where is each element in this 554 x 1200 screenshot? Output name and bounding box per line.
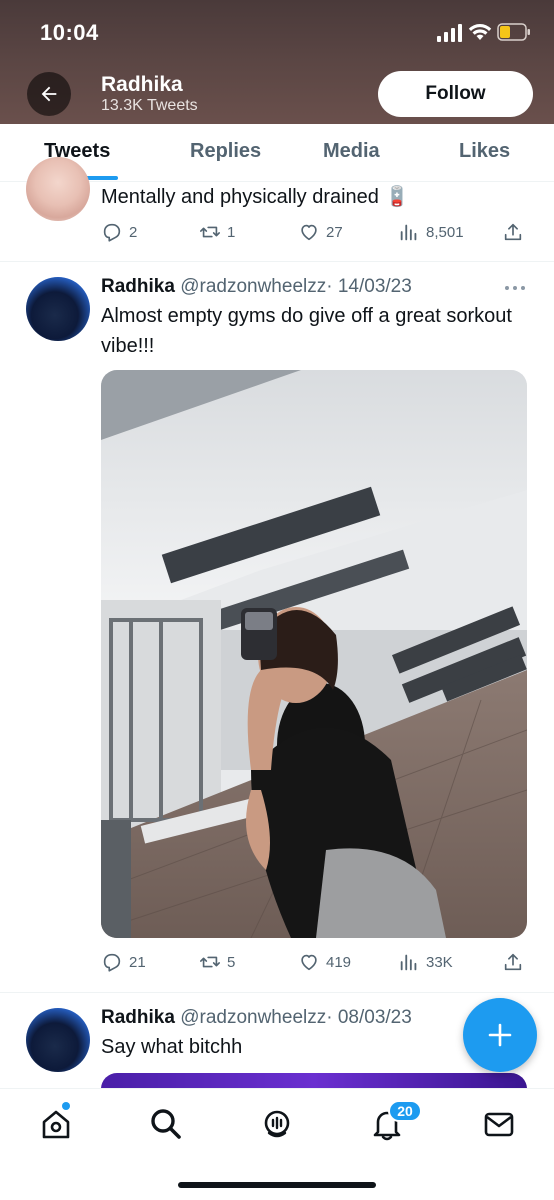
tweet-count: 13.3K Tweets bbox=[101, 97, 198, 114]
status-time: 10:04 bbox=[40, 20, 99, 45]
tab-likes[interactable]: Likes bbox=[459, 140, 510, 163]
profile-name: Radhika bbox=[101, 73, 183, 96]
back-button[interactable] bbox=[27, 72, 71, 116]
tweet-photo[interactable] bbox=[101, 1073, 527, 1088]
tweet-text: Almost empty gyms do give off a great so… bbox=[101, 305, 512, 357]
tweet-date: · 14/03/23 bbox=[326, 276, 412, 297]
home-unread-dot bbox=[62, 1102, 70, 1110]
tab-media[interactable]: Media bbox=[323, 140, 380, 163]
reply-button[interactable]: 2 bbox=[101, 221, 137, 243]
avatar[interactable] bbox=[26, 277, 90, 341]
retweet-icon bbox=[200, 956, 220, 968]
notification-badge: 20 bbox=[388, 1100, 422, 1122]
author-handle[interactable]: @radzonwheelzz bbox=[180, 1007, 326, 1028]
wifi-icon bbox=[468, 24, 492, 40]
home-indicator-bar bbox=[178, 1182, 376, 1188]
reply-count: 2 bbox=[129, 223, 138, 241]
more-options-icon[interactable] bbox=[503, 283, 527, 293]
status-bar: 10:04 bbox=[0, 0, 554, 62]
views-chart-icon bbox=[400, 224, 417, 241]
retweet-count: 5 bbox=[227, 953, 236, 971]
retweet-button[interactable]: 5 bbox=[199, 951, 235, 973]
tweet[interactable]: Radhika @radzonwheelzz· 14/03/23 Almost … bbox=[0, 262, 554, 993]
plus-icon bbox=[488, 1023, 512, 1047]
views-button[interactable]: 33K bbox=[398, 951, 453, 973]
like-button[interactable]: 27 bbox=[298, 221, 343, 243]
tweet-photo[interactable] bbox=[101, 370, 527, 938]
like-button[interactable]: 419 bbox=[298, 951, 351, 973]
view-count: 8,501 bbox=[426, 223, 464, 241]
tweet-text: Say what bitchh bbox=[101, 1036, 243, 1058]
share-button[interactable] bbox=[502, 221, 524, 243]
home-icon[interactable] bbox=[39, 1107, 73, 1141]
tweet-actions: 2 1 27 8,501 bbox=[101, 221, 526, 245]
reply-button[interactable]: 21 bbox=[101, 951, 146, 973]
tweet-text: Mentally and physically drained 🪫 bbox=[101, 186, 410, 208]
author-name[interactable]: Radhika bbox=[101, 1007, 175, 1028]
tab-replies[interactable]: Replies bbox=[190, 140, 261, 163]
reply-icon bbox=[103, 953, 121, 972]
like-count: 27 bbox=[326, 223, 343, 241]
cellular-signal-icon bbox=[437, 24, 462, 42]
arrow-left-icon bbox=[41, 86, 57, 102]
compose-tweet-button[interactable] bbox=[463, 998, 537, 1072]
retweet-count: 1 bbox=[227, 223, 236, 241]
share-button[interactable] bbox=[502, 951, 524, 973]
avatar[interactable] bbox=[26, 1008, 90, 1072]
battery-icon bbox=[497, 23, 530, 41]
reply-icon bbox=[103, 223, 121, 242]
author-name[interactable]: Radhika bbox=[101, 276, 175, 297]
views-button[interactable]: 8,501 bbox=[398, 221, 464, 243]
view-count: 33K bbox=[426, 953, 453, 971]
author-handle[interactable]: @radzonwheelzz bbox=[180, 276, 326, 297]
avatar[interactable] bbox=[26, 157, 90, 221]
heart-icon bbox=[301, 224, 317, 241]
tweet-actions: 21 5 419 33K bbox=[101, 951, 526, 975]
gym-selfie-photo bbox=[101, 370, 527, 938]
heart-icon bbox=[301, 954, 317, 971]
tweet-header: Radhika @radzonwheelzz· 14/03/23 bbox=[101, 276, 412, 298]
tweet-date: · 08/03/23 bbox=[326, 1007, 412, 1028]
like-count: 419 bbox=[326, 953, 352, 971]
retweet-icon bbox=[200, 226, 220, 238]
retweet-button[interactable]: 1 bbox=[199, 221, 235, 243]
spaces-icon[interactable] bbox=[260, 1107, 294, 1141]
messages-icon[interactable] bbox=[482, 1107, 516, 1141]
tweet[interactable]: Mentally and physically drained 🪫 2 1 27… bbox=[0, 157, 554, 262]
share-icon bbox=[504, 223, 522, 241]
views-chart-icon bbox=[400, 954, 417, 971]
tweet-header: Radhika @radzonwheelzz· 08/03/23 bbox=[101, 1007, 412, 1029]
follow-button[interactable]: Follow bbox=[378, 71, 533, 117]
share-icon bbox=[504, 953, 522, 971]
profile-header: 10:04 Radhika 13.3K Tweets Follow bbox=[0, 0, 554, 124]
reply-count: 21 bbox=[129, 953, 146, 971]
search-icon[interactable] bbox=[149, 1107, 183, 1141]
